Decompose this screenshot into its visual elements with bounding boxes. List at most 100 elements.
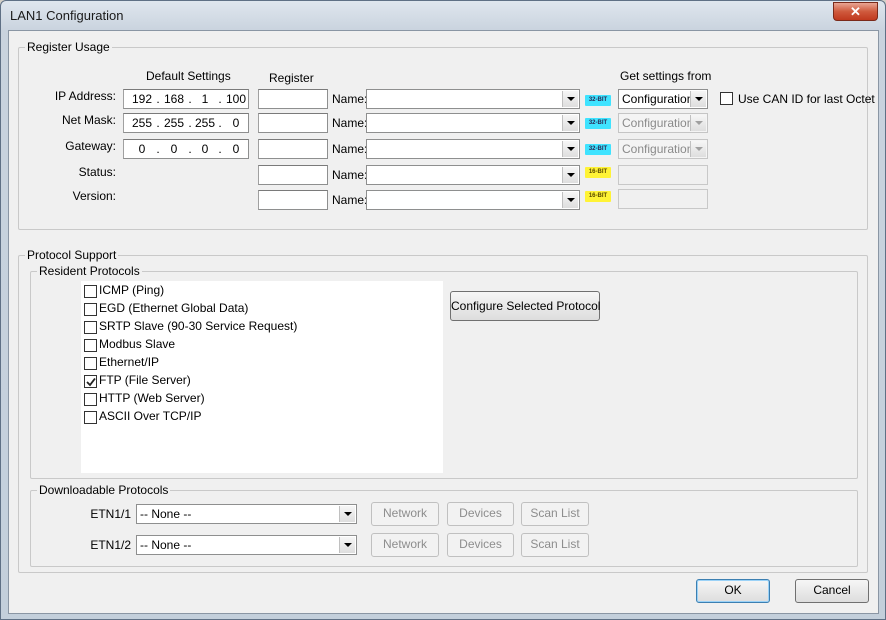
status-register-input[interactable] [258,165,328,185]
chevron-down-icon [562,141,578,157]
gateway-label: Gateway: [65,139,116,153]
configure-selected-protocol-button[interactable]: Configure Selected Protocol [450,291,600,321]
gateway-input[interactable]: 0. 0. 0. 0 [123,139,249,159]
chevron-down-icon [562,115,578,131]
etn1-2-devices-button[interactable]: Devices [447,533,514,557]
window-title: LAN1 Configuration [10,8,124,23]
use-can-id-label: Use CAN ID for last Octet [738,92,875,106]
ip-octet: 0 [201,142,209,156]
ip-address-input[interactable]: 192. 168. 1. 100 [123,89,249,109]
etn1-1-devices-button[interactable]: Devices [447,502,514,526]
default-settings-header: Default Settings [146,69,231,83]
net-mask-register-input[interactable] [258,113,328,133]
etn1-2-protocol-combo[interactable]: -- None -- [136,535,357,555]
ip-octet: 192 [131,92,153,106]
ip-name-label: Name: [332,92,368,106]
status-get-settings-field [618,165,708,185]
32-bit-badge: 32-BIT [585,95,611,106]
version-get-settings-field [618,189,708,209]
version-name-combo[interactable] [366,190,580,210]
register-usage-label: Register Usage [25,40,112,54]
gateway-name-combo[interactable] [366,139,580,159]
checkmark-icon [85,377,96,386]
ip-name-combo[interactable] [366,89,580,109]
protocol-support-label: Protocol Support [25,248,119,262]
ok-button[interactable]: OK [696,579,770,603]
ethernet-ip-checkbox[interactable] [84,357,97,370]
register-header: Register [269,71,314,85]
close-button[interactable]: ✕ [833,2,878,21]
net-mask-get-settings-combo: Configuration [618,113,708,133]
version-name-label: Name: [332,193,368,207]
combo-value: -- None -- [140,507,192,521]
ip-octet: 1 [201,92,209,106]
chevron-down-icon [562,192,578,208]
etn1-1-network-button[interactable]: Network [371,502,439,526]
ip-octet: 0 [170,142,178,156]
ip-octet: 100 [225,92,247,106]
protocol-label: Ethernet/IP [99,355,160,369]
dialog-client: Register Usage Default Settings Register… [8,30,879,614]
chevron-down-icon [562,167,578,183]
net-mask-name-combo[interactable] [366,113,580,133]
etn1-2-network-button[interactable]: Network [371,533,439,557]
ip-octet: 0 [138,142,146,156]
icmp-checkbox[interactable] [84,285,97,298]
status-name-combo[interactable] [366,165,580,185]
close-icon: ✕ [850,4,861,19]
net-mask-input[interactable]: 255. 255. 255. 0 [123,113,249,133]
resident-protocols-list: ICMP (Ping) EGD (Ethernet Global Data) S… [81,281,443,473]
32-bit-badge: 32-BIT [585,118,611,129]
combo-value: Configuration [622,142,694,156]
net-mask-label: Net Mask: [61,113,116,127]
16-bit-badge: 16-BIT [585,191,611,202]
title-bar[interactable]: LAN1 Configuration ✕ [1,1,885,31]
protocol-label: HTTP (Web Server) [99,391,205,405]
etn1-1-protocol-combo[interactable]: -- None -- [136,504,357,524]
ip-octet: 255 [194,116,216,130]
ip-octet: 0 [232,116,240,130]
combo-value: Configuration [622,92,694,106]
chevron-down-icon [690,91,706,107]
protocol-label: SRTP Slave (90-30 Service Request) [99,319,298,333]
protocol-label: Modbus Slave [99,337,176,351]
gateway-name-label: Name: [332,142,368,156]
protocol-label: ASCII Over TCP/IP [99,409,202,423]
srtp-slave-checkbox[interactable] [84,321,97,334]
etn1-2-label: ETN1/2 [90,538,131,552]
ip-get-settings-combo[interactable]: Configuration [618,89,708,109]
ip-register-input[interactable] [258,89,328,109]
version-register-input[interactable] [258,190,328,210]
egd-checkbox[interactable] [84,303,97,316]
ascii-tcp-checkbox[interactable] [84,411,97,424]
gateway-register-input[interactable] [258,139,328,159]
etn1-2-scan-list-button[interactable]: Scan List [521,533,589,557]
etn1-1-scan-list-button[interactable]: Scan List [521,502,589,526]
ip-octet: 0 [232,142,240,156]
gateway-get-settings-combo: Configuration [618,139,708,159]
chevron-down-icon [339,537,355,553]
net-mask-name-label: Name: [332,116,368,130]
protocol-label: FTP (File Server) [99,373,191,387]
status-label: Status: [78,165,116,179]
etn1-1-label: ETN1/1 [90,507,131,521]
protocol-label: EGD (Ethernet Global Data) [99,301,249,315]
32-bit-badge: 32-BIT [585,144,611,155]
cancel-button[interactable]: Cancel [795,579,869,603]
combo-value: Configuration [622,116,694,130]
ip-address-label: IP Address: [54,89,116,103]
resident-protocols-label: Resident Protocols [37,264,142,278]
get-settings-header: Get settings from [620,69,712,83]
dialog-window: LAN1 Configuration ✕ Register Usage Defa… [0,0,886,620]
chevron-down-icon [562,91,578,107]
http-checkbox[interactable] [84,393,97,406]
version-label: Version: [72,189,116,203]
downloadable-protocols-label: Downloadable Protocols [37,483,171,497]
downloadable-protocols-group: Downloadable Protocols [30,483,858,567]
ip-octet: 255 [131,116,153,130]
chevron-down-icon [690,115,706,131]
modbus-slave-checkbox[interactable] [84,339,97,352]
use-can-id-checkbox[interactable] [720,92,733,105]
ftp-checkbox[interactable] [84,375,97,388]
16-bit-badge: 16-BIT [585,167,611,178]
